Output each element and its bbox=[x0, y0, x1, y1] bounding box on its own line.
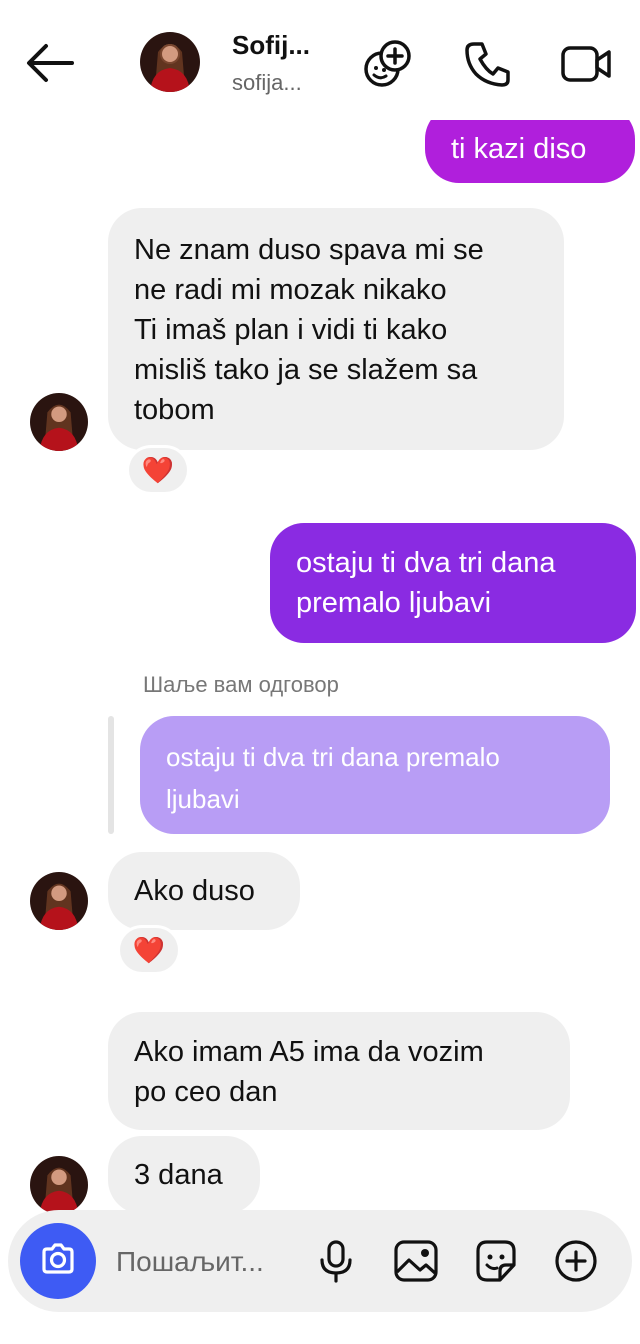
incoming-message[interactable]: Ako imam A5 ima da vozim po ceo dan bbox=[108, 1012, 570, 1130]
message-line: Ne znam duso spava mi se bbox=[134, 234, 484, 266]
message-input[interactable] bbox=[116, 1242, 306, 1282]
message-line: tobom bbox=[134, 394, 215, 426]
message-line: ostaju ti dva tri dana bbox=[296, 547, 556, 579]
message-line: ne radi mi mozak nikako bbox=[134, 274, 447, 306]
heart-icon: ❤️ bbox=[141, 454, 175, 485]
back-arrow-icon[interactable] bbox=[22, 40, 78, 86]
contact-name[interactable]: Sofij... bbox=[232, 30, 310, 61]
heart-icon: ❤️ bbox=[132, 934, 166, 965]
camera-icon bbox=[38, 1239, 78, 1284]
message-line: misliš tako ja se slažem sa bbox=[134, 354, 478, 386]
message-line: po ceo dan bbox=[134, 1076, 278, 1108]
add-effects-icon[interactable] bbox=[362, 38, 414, 90]
message-line: Ako imam A5 ima da vozim bbox=[134, 1036, 484, 1068]
incoming-message[interactable]: Ne znam duso spava mi se ne radi mi moza… bbox=[108, 208, 564, 450]
gallery-icon[interactable] bbox=[392, 1237, 440, 1285]
sender-avatar[interactable] bbox=[30, 1156, 88, 1214]
microphone-icon[interactable] bbox=[312, 1237, 360, 1285]
video-camera-icon[interactable] bbox=[560, 38, 612, 90]
sticker-icon[interactable] bbox=[472, 1237, 520, 1285]
message-line: Ti imaš plan i vidi ti kako bbox=[134, 314, 448, 346]
phone-icon[interactable] bbox=[462, 38, 514, 90]
incoming-message[interactable]: Ako duso bbox=[108, 852, 300, 930]
message-line: premalo ljubavi bbox=[296, 587, 492, 619]
reply-label: Шаље вам одговор bbox=[143, 672, 339, 697]
camera-button[interactable] bbox=[20, 1223, 96, 1299]
sender-avatar[interactable] bbox=[30, 393, 88, 451]
outgoing-message[interactable]: ostaju ti dva tri dana premalo ljubavi bbox=[270, 523, 636, 643]
message-line: 3 dana bbox=[134, 1159, 223, 1191]
message-composer bbox=[8, 1210, 632, 1312]
incoming-message[interactable]: 3 dana bbox=[108, 1136, 260, 1214]
sender-avatar[interactable] bbox=[30, 872, 88, 930]
heart-reaction[interactable]: ❤️ bbox=[120, 928, 178, 972]
contact-username[interactable]: sofija... bbox=[232, 70, 302, 96]
message-line: Ako duso bbox=[134, 875, 255, 907]
quoted-line: ostaju ti dva tri dana premalo bbox=[166, 742, 500, 772]
chat-header: Sofij... sofija... bbox=[0, 0, 640, 120]
add-icon[interactable] bbox=[552, 1237, 600, 1285]
reply-indicator bbox=[108, 716, 114, 834]
quoted-line: ljubavi bbox=[166, 784, 240, 814]
contact-avatar[interactable] bbox=[140, 32, 200, 92]
quoted-message[interactable]: ostaju ti dva tri dana premalo ljubavi bbox=[140, 716, 610, 834]
heart-reaction[interactable]: ❤️ bbox=[129, 448, 187, 492]
